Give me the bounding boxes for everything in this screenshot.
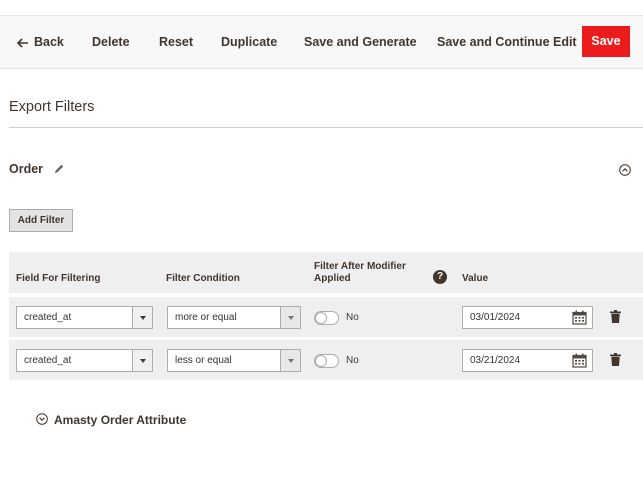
save-and-generate-button[interactable]: Save and Generate [304, 16, 417, 68]
date-input[interactable]: 03/01/2024 [462, 306, 593, 329]
chevron-down-icon [280, 350, 300, 371]
header-value: Value [462, 273, 489, 284]
field-select[interactable]: created_at [16, 306, 153, 329]
field-select[interactable]: created_at [16, 349, 153, 372]
chevron-down-icon [132, 350, 152, 371]
date-input[interactable]: 03/21/2024 [462, 349, 593, 372]
back-button[interactable]: Back [17, 16, 64, 68]
trash-icon[interactable] [610, 310, 621, 323]
trash-icon[interactable] [610, 353, 621, 366]
table-row: created_at more or equal No 03/01/2024 [9, 297, 643, 337]
header-condition: Filter Condition [166, 273, 240, 284]
page-actions-toolbar: Back Delete Reset Duplicate Save and Gen… [0, 16, 643, 69]
add-filter-button[interactable]: Add Filter [9, 209, 73, 232]
condition-select-value: less or equal [175, 355, 232, 366]
calendar-icon[interactable] [572, 353, 587, 368]
duplicate-button[interactable]: Duplicate [221, 16, 277, 68]
chevron-down-icon [280, 307, 300, 328]
after-modifier-toggle[interactable] [314, 311, 339, 325]
filters-table-header: Field For Filtering Filter Condition Fil… [9, 252, 643, 293]
condition-select[interactable]: more or equal [167, 306, 301, 329]
back-label: Back [34, 35, 64, 49]
order-title: Order [9, 162, 44, 176]
section-divider [9, 127, 643, 128]
expand-down-icon [36, 413, 48, 425]
back-arrow-icon [17, 38, 28, 48]
delete-button[interactable]: Delete [92, 16, 130, 68]
field-select-value: created_at [24, 312, 72, 323]
date-value: 03/21/2024 [470, 355, 521, 366]
collapse-up-icon[interactable] [619, 164, 631, 176]
after-modifier-toggle[interactable] [314, 354, 339, 368]
save-and-continue-button[interactable]: Save and Continue Edit [437, 16, 577, 68]
section-title: Export Filters [9, 99, 95, 115]
chevron-down-icon [132, 307, 152, 328]
after-modifier-label: No [346, 355, 359, 366]
condition-select-value: more or equal [175, 312, 237, 323]
date-value: 03/01/2024 [470, 312, 521, 323]
amasty-order-attribute-label: Amasty Order Attribute [54, 413, 187, 427]
save-button[interactable]: Save [582, 26, 630, 57]
header-field: Field For Filtering [16, 273, 101, 284]
toggle-knob [315, 312, 327, 324]
toggle-knob [315, 355, 327, 367]
condition-select[interactable]: less or equal [167, 349, 301, 372]
after-modifier-label: No [346, 312, 359, 323]
field-select-value: created_at [24, 355, 72, 366]
top-strip [0, 0, 643, 16]
pencil-icon[interactable] [53, 163, 65, 175]
reset-button[interactable]: Reset [159, 16, 193, 68]
header-after-modifier: Filter After Modifier Applied [314, 261, 406, 284]
help-icon[interactable]: ? [433, 270, 447, 284]
calendar-icon[interactable] [572, 310, 587, 325]
table-row: created_at less or equal No 03/21/2024 [9, 340, 643, 380]
